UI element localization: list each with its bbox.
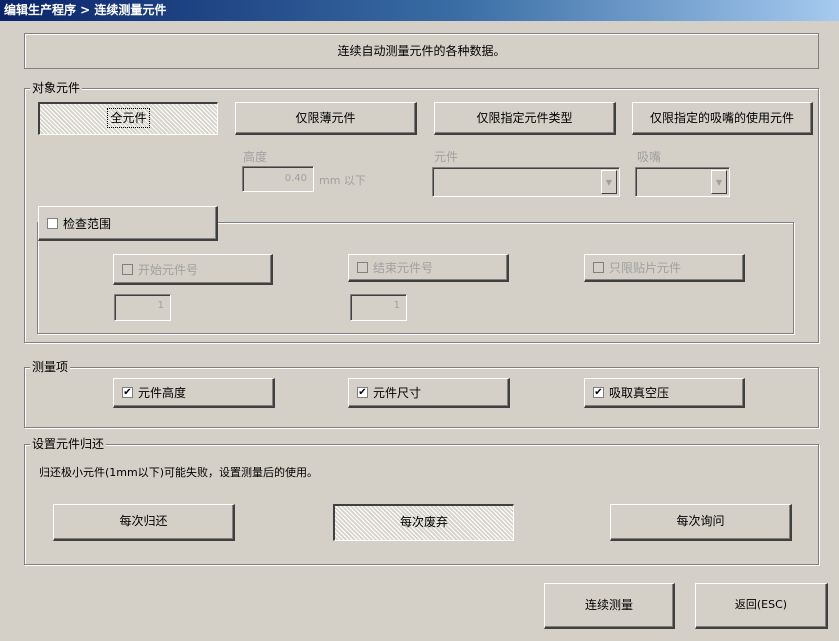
chevron-down-icon[interactable]: ▼ <box>711 170 727 194</box>
thin-parts-only-button[interactable]: 仅限薄元件 <box>235 102 417 135</box>
description-banner: 连续自动测量元件的各种数据。 <box>24 33 819 69</box>
start-part-no-label: 开始元件号 <box>138 262 199 277</box>
chevron-down-icon[interactable]: ▼ <box>601 170 617 194</box>
part-label: 元件 <box>434 150 459 164</box>
part-size-checkbox[interactable]: ✔ <box>357 387 368 398</box>
check-range-checkbox[interactable] <box>47 217 58 229</box>
measure-items-legend: 测量项 <box>30 360 71 374</box>
discard-each-button[interactable]: 每次废弃 <box>333 504 514 541</box>
vacuum-label: 吸取真空压 <box>609 386 670 400</box>
chip-only-checkbox[interactable] <box>593 262 604 273</box>
end-part-no-checkbox[interactable] <box>357 262 368 273</box>
part-height-label: 元件高度 <box>138 386 187 400</box>
part-select[interactable]: ▼ <box>432 167 620 197</box>
part-height-checkbox[interactable]: ✔ <box>122 387 133 398</box>
check-range-toggle[interactable]: 检查范围 <box>38 206 218 241</box>
start-part-no-toggle[interactable]: 开始元件号 <box>113 254 273 285</box>
part-size-toggle[interactable]: ✔ 元件尺寸 <box>348 378 510 408</box>
chip-only-toggle[interactable]: 只限贴片元件 <box>584 254 745 282</box>
start-part-no-checkbox[interactable] <box>122 263 133 275</box>
part-size-label: 元件尺寸 <box>373 386 422 400</box>
part-return-note: 归还极小元件(1mm以下)可能失败，设置测量后的使用。 <box>39 466 319 479</box>
vacuum-toggle[interactable]: ✔ 吸取真空压 <box>584 378 745 408</box>
nozzle-parts-only-button[interactable]: 仅限指定的吸嘴的使用元件 <box>632 102 813 135</box>
ask-each-button[interactable]: 每次询问 <box>610 504 792 541</box>
continuous-measure-button[interactable]: 连续测量 <box>544 583 675 629</box>
window-title: 编辑生产程序 > 连续测量元件 <box>0 0 839 21</box>
end-part-no-toggle[interactable]: 结束元件号 <box>348 254 509 282</box>
target-parts-legend: 对象元件 <box>30 81 83 95</box>
part-return-legend: 设置元件归还 <box>30 437 107 451</box>
height-label: 高度 <box>243 150 268 164</box>
return-each-button[interactable]: 每次归还 <box>53 504 235 541</box>
vacuum-checkbox[interactable]: ✔ <box>593 387 604 398</box>
end-part-no-input[interactable]: 1 <box>350 294 407 321</box>
part-height-toggle[interactable]: ✔ 元件高度 <box>113 378 275 408</box>
height-input[interactable]: 0.40 <box>242 166 314 192</box>
end-part-no-label: 结束元件号 <box>373 261 434 275</box>
all-parts-button[interactable]: 全元件 <box>38 102 218 135</box>
chip-only-label: 只限贴片元件 <box>609 261 682 275</box>
start-part-no-input[interactable]: 1 <box>114 294 171 321</box>
part-type-only-button[interactable]: 仅限指定元件类型 <box>434 102 616 135</box>
nozzle-select[interactable]: ▼ <box>635 167 730 197</box>
back-esc-button[interactable]: 返回(ESC) <box>695 583 828 629</box>
check-range-label: 检查范围 <box>63 216 112 231</box>
nozzle-label: 吸嘴 <box>637 150 662 164</box>
height-unit-label: mm 以下 <box>319 174 366 187</box>
